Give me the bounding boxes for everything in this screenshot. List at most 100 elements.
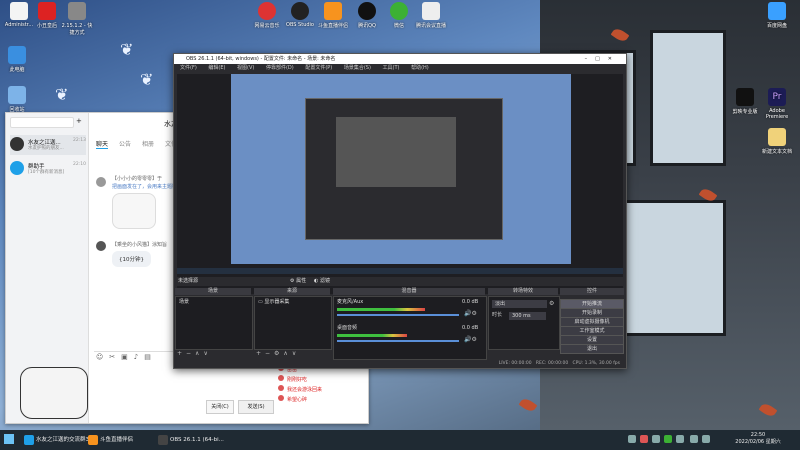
tab-notice[interactable]: 公告 <box>119 139 131 148</box>
desktop-icon-shortcut[interactable]: 2.15.1.2 - 快捷方式 <box>60 2 94 36</box>
contact-preview: [10个群有新消息] <box>28 170 65 175</box>
window-controls[interactable]: –□✕ <box>585 54 620 64</box>
gear-icon[interactable]: ⚙ <box>549 300 554 307</box>
volume-slider[interactable] <box>337 314 459 316</box>
desktop-icon-premiere[interactable]: Pr Adobe Premiere <box>760 88 794 120</box>
document-icon <box>768 128 786 146</box>
speaker-icon[interactable]: 🔊⚙ <box>464 310 477 317</box>
transition-select[interactable]: 淡出 <box>492 300 547 308</box>
douyu-icon <box>324 2 342 20</box>
taskbar-item-chat[interactable]: 水友之江迦的交流群3... <box>22 433 94 447</box>
netease-music-icon <box>258 2 276 20</box>
tray-icon[interactable] <box>664 435 672 443</box>
message-sender: 【乘坐的小风猫】涂知旨 <box>112 242 168 248</box>
taskbar-item-douyu[interactable]: 斗鱼直播伴侣 <box>86 433 133 447</box>
avatar <box>10 137 24 151</box>
message-text: 把画面发在了，会用来主题链接 <box>112 184 183 190</box>
close-button[interactable]: 关闭(C) <box>206 400 234 414</box>
desktop-icon-jianying[interactable]: 剪映专业版 <box>728 88 762 115</box>
desktop-icon-app2[interactable]: 小丑皇后 <box>30 2 64 29</box>
app-icon <box>38 2 56 20</box>
rec-timer: REC: 00:00:00 <box>535 361 569 366</box>
audio-meter <box>337 308 425 311</box>
duration-input[interactable]: 300 ms <box>509 312 546 320</box>
menu-edit[interactable]: 编辑(E) <box>208 65 225 71</box>
premiere-icon: Pr <box>768 88 786 106</box>
leaf-decoration <box>518 396 538 414</box>
menu-scene-collection[interactable]: 场景集合(S) <box>344 65 371 71</box>
preview-canvas[interactable] <box>177 74 623 294</box>
menu-profile[interactable]: 配置文件(P) <box>305 65 332 71</box>
message-bubble: {10分钟} <box>112 251 151 267</box>
desktop-icon-recycle-bin[interactable]: 回收站 <box>0 86 34 113</box>
source-toolbar: 未选择源 ⚙ 属性 ◐ 滤镜 <box>174 277 626 286</box>
tray-icon[interactable] <box>676 435 684 443</box>
add-icon[interactable]: + <box>76 117 82 125</box>
cat-sticker-overlay <box>20 367 88 419</box>
source-item[interactable]: ▭ 显示器采集 <box>258 299 289 306</box>
member-item[interactable]: 刚刚好吃 <box>278 375 307 383</box>
menu-tools[interactable]: 工具(T) <box>383 65 400 71</box>
mixer-header: 混音器 <box>333 288 485 295</box>
menu-file[interactable]: 文件(F) <box>180 65 197 71</box>
desktop-icon-wechat[interactable]: 微信 <box>382 2 416 29</box>
bird-decoration: ❦ <box>120 40 134 59</box>
avatar <box>96 177 106 187</box>
contact-preview: 水友护照的朋友... <box>28 146 64 151</box>
jianying-icon <box>736 88 754 106</box>
menu-view[interactable]: 视图(V) <box>237 65 254 71</box>
user-folder-icon <box>10 2 28 20</box>
desktop-icon-netease[interactable]: 网易云音乐 <box>250 2 284 29</box>
source-controls[interactable]: +−⚙∧∨ <box>256 350 300 357</box>
status-bar: LIVE: 00:00:00 REC: 00:00:00 CPU: 1.3%, … <box>174 360 626 368</box>
controls-header: 控件 <box>560 288 624 295</box>
speaker-icon[interactable]: 🔊⚙ <box>464 336 477 343</box>
member-list: 苗苗 刚刚好吃 我还会游泳回来 希望心碎 <box>278 365 366 419</box>
scenes-header: 场景 <box>175 288 251 295</box>
tab-album[interactable]: 相册 <box>142 139 154 148</box>
properties-button[interactable]: ⚙ 属性 <box>290 277 306 286</box>
obs-title-bar: OBS 26.1.1 (64-bit, windows) - 配置文件: 未命名… <box>174 54 626 64</box>
scene-item[interactable]: 场景 <box>179 299 189 306</box>
wallpaper-window <box>650 30 726 166</box>
desktop-icon-qq[interactable]: 腾讯QQ <box>350 2 384 29</box>
desktop-icon-obs[interactable]: OBS Studio <box>283 2 317 28</box>
member-item[interactable]: 希望心碎 <box>278 395 307 403</box>
tray-icon[interactable] <box>652 435 660 443</box>
desktop-icon-baidu-pan[interactable]: 百度网盘 <box>760 2 794 29</box>
desktop-icon-douyu[interactable]: 斗鱼直播伴侣 <box>316 2 350 29</box>
tab-chat[interactable]: 聊天 <box>96 139 109 149</box>
desktop-icon-meeting[interactable]: 腾讯会议直播 <box>414 2 448 29</box>
transitions-header: 转场特效 <box>488 288 558 295</box>
member-item[interactable]: 我还会游泳回来 <box>278 385 322 393</box>
search-input[interactable] <box>10 117 74 128</box>
tray-icon[interactable] <box>628 435 636 443</box>
preview-taskbar <box>177 268 623 274</box>
desktop-icon-this-pc[interactable]: 此电脑 <box>0 46 34 73</box>
tray-icon[interactable] <box>640 435 648 443</box>
taskbar: 水友之江迦的交流群3... 斗鱼直播伴侣 OBS 26.1.1 (64-bi..… <box>0 430 800 450</box>
sources-header: 来源 <box>254 288 330 295</box>
contact-item[interactable]: 群助手 [10个群有新消息] 22:10 <box>10 159 86 179</box>
volume-icon[interactable] <box>702 435 710 443</box>
taskbar-item-obs[interactable]: OBS 26.1.1 (64-bi... <box>156 433 224 447</box>
window-title: OBS 26.1.1 (64-bit, windows) - 配置文件: 未命名… <box>186 56 336 62</box>
toolbar-icons[interactable]: ☺✂▣♪▤ <box>96 353 157 361</box>
volume-slider[interactable] <box>337 340 459 342</box>
menu-docks[interactable]: 停靠部件(D) <box>266 65 294 71</box>
obs-icon <box>291 2 309 20</box>
send-button[interactable]: 发送(S) <box>238 400 274 414</box>
mixer-track-name: 麦克风/Aux <box>337 299 364 305</box>
bird-decoration: ❦ <box>140 70 154 89</box>
scenes-panel: 场景 <box>175 296 253 350</box>
menu-help[interactable]: 帮助(H) <box>411 65 429 71</box>
scene-controls[interactable]: +−∧∨ <box>177 350 212 357</box>
filters-button[interactable]: ◐ 滤镜 <box>314 277 330 286</box>
clock[interactable]: 22:50 2022/02/06 星期六 <box>728 432 788 446</box>
network-icon[interactable] <box>690 435 698 443</box>
desktop-icon-text-file[interactable]: 新建文本文档 <box>760 128 794 155</box>
contact-item[interactable]: 水友之江迦... 水友护照的朋友... 22:13 <box>10 135 86 155</box>
start-icon[interactable] <box>4 434 14 444</box>
avatar <box>96 241 106 251</box>
exit-button[interactable]: 退出 <box>560 344 624 354</box>
